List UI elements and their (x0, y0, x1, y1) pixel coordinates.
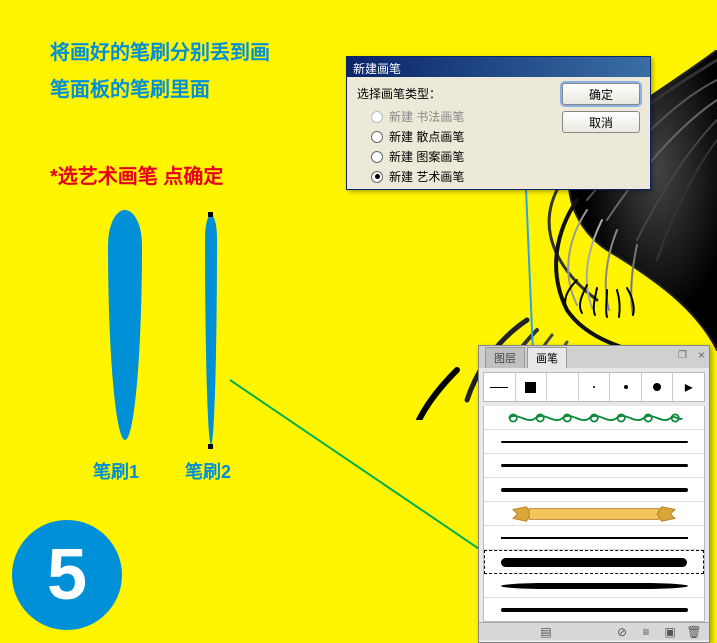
options-icon[interactable]: ≡ (639, 625, 653, 639)
preset-square[interactable] (516, 373, 548, 401)
panel-tabbar: 图层 画笔 ❐ × (479, 346, 709, 368)
brush-row-ornament[interactable] (484, 406, 704, 430)
disable-icon[interactable]: ⊘ (615, 625, 629, 639)
dialog-title: 新建画笔 (347, 57, 650, 77)
brush-list[interactable] (483, 406, 705, 622)
radio-label: 新建 艺术画笔 (389, 168, 464, 185)
preset-thin-line[interactable] (484, 373, 516, 401)
brush2-label: 笔刷2 (185, 456, 231, 488)
selection-handle[interactable] (208, 212, 213, 217)
cancel-button[interactable]: 取消 (562, 111, 640, 133)
radio-icon (371, 111, 383, 123)
preset-dot-s[interactable] (579, 373, 611, 401)
radio-icon[interactable] (371, 151, 383, 163)
radio-label: 新建 书法画笔 (389, 108, 464, 125)
ok-button[interactable]: 确定 (562, 83, 640, 105)
preset-dot-l[interactable] (642, 373, 674, 401)
tab-layers[interactable]: 图层 (485, 347, 525, 368)
radio-label: 新建 散点画笔 (389, 128, 464, 145)
radio-icon[interactable] (371, 131, 383, 143)
brush-row[interactable] (484, 454, 704, 478)
brush-row[interactable] (484, 598, 704, 622)
preset-empty[interactable] (547, 373, 579, 401)
brushes-panel: 图层 画笔 ❐ × ▸ (478, 345, 710, 643)
close-icon[interactable]: × (698, 348, 705, 362)
tab-brushes[interactable]: 画笔 (527, 347, 567, 368)
brush-preset-row: ▸ (483, 372, 705, 402)
preset-more-arrow[interactable]: ▸ (673, 373, 704, 401)
brush-row[interactable] (484, 526, 704, 550)
new-brush-dialog: 新建画笔 选择画笔类型： 新建 书法画笔 新建 散点画笔 新建 图案画笔 新建 … (346, 56, 651, 190)
step-number: 5 (47, 539, 87, 611)
trash-icon[interactable]: 🗑 (687, 625, 701, 639)
library-icon[interactable]: ▤ (487, 625, 605, 639)
step-badge: 5 (12, 520, 122, 630)
radio-label: 新建 图案画笔 (389, 148, 464, 165)
selection-handle[interactable] (208, 444, 213, 449)
brush-row-selected[interactable] (484, 550, 704, 574)
brush-row[interactable] (484, 430, 704, 454)
brush-row-ribbon[interactable] (484, 502, 704, 526)
ornament-brush-icon (493, 409, 695, 427)
preset-dot-m[interactable] (610, 373, 642, 401)
radio-art[interactable]: 新建 艺术画笔 (371, 168, 640, 185)
panel-footer: ▤ ⊘ ≡ ▣ 🗑 (479, 622, 709, 640)
brush-row[interactable] (484, 574, 704, 598)
instruction-note: *选艺术画笔 点确定 (50, 160, 223, 189)
instruction-line2: 笔面板的笔刷里面 (50, 72, 210, 108)
tutorial-canvas: 将画好的笔刷分别丢到画 笔面板的笔刷里面 *选艺术画笔 点确定 (0, 0, 717, 643)
ribbon-brush-icon (495, 505, 693, 523)
brush-row[interactable] (484, 478, 704, 502)
brush-sample-1[interactable] (108, 210, 142, 440)
restore-icon[interactable]: ❐ (678, 350, 687, 361)
radio-icon[interactable] (371, 171, 383, 183)
brush1-label: 笔刷1 (93, 456, 139, 488)
radio-pattern[interactable]: 新建 图案画笔 (371, 148, 640, 165)
brush-sample-2[interactable] (205, 215, 217, 445)
new-brush-icon[interactable]: ▣ (663, 625, 677, 639)
instruction-line1: 将画好的笔刷分别丢到画 (50, 35, 270, 71)
